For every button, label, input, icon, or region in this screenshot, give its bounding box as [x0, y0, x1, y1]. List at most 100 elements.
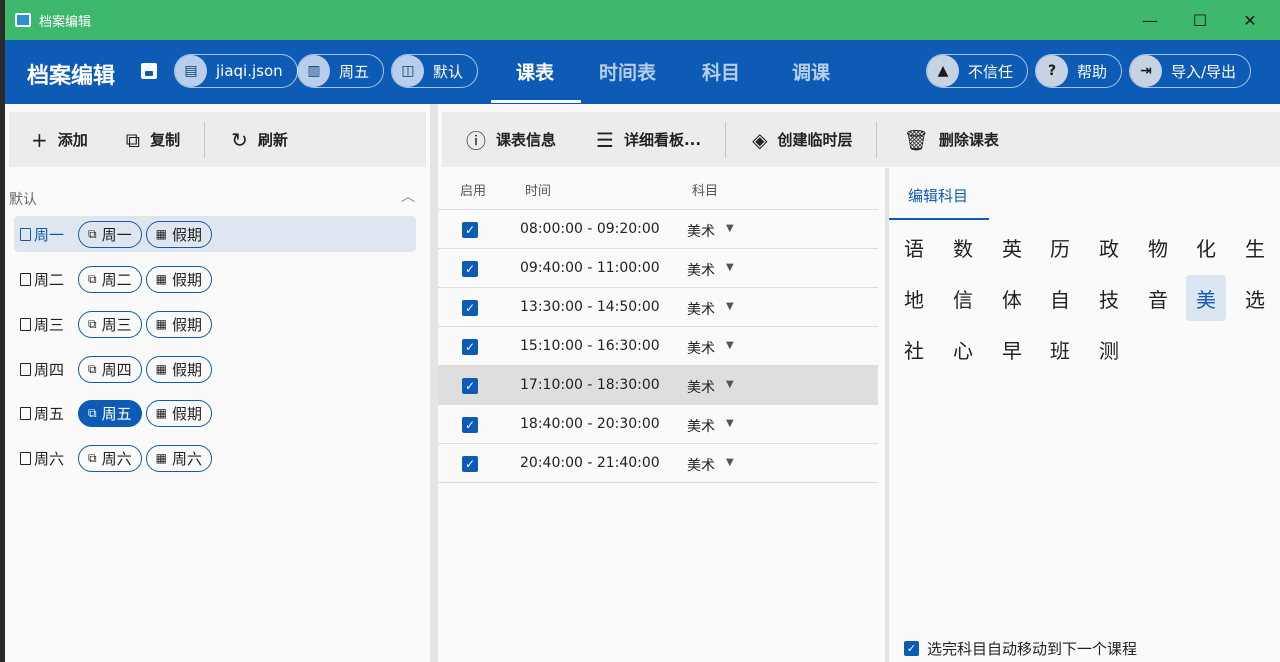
subject-button[interactable]: 语	[894, 224, 934, 270]
import-export-button[interactable]: ⇥ 导入/导出	[1129, 54, 1252, 88]
tab-edit-subject[interactable]: 编辑科目	[908, 185, 968, 206]
subject-button[interactable]: 政	[1089, 224, 1129, 270]
subject-button[interactable]: 物	[1138, 224, 1178, 270]
row-subject[interactable]: 美术	[687, 338, 715, 358]
create-temp-layer-button[interactable]: ◈ 创建临时层	[752, 128, 852, 152]
day-label: 周六	[34, 449, 65, 468]
table-row[interactable]: ✓ 08:00:00 - 09:20:00 美术 ▼	[438, 210, 878, 249]
subject-button[interactable]: 早	[992, 326, 1032, 372]
time-layout-chip[interactable]: ⧉ 周二	[78, 265, 142, 293]
dropdown-arrow-icon[interactable]: ▼	[726, 340, 734, 351]
class-info-button[interactable]: ⓘ 课表信息	[466, 125, 556, 154]
schedule-item-fri[interactable]: 周五 ⧉ 周五 ▦ 假期	[14, 395, 416, 431]
subject-button[interactable]: 班	[1040, 326, 1080, 372]
untrusted-button[interactable]: ▲ 不信任	[926, 54, 1029, 88]
subject-button[interactable]: 数	[943, 224, 983, 270]
schedule-doc-icon	[20, 227, 31, 241]
dropdown-arrow-icon[interactable]: ▼	[726, 262, 734, 273]
row-subject[interactable]: 美术	[687, 299, 715, 319]
subject-button[interactable]: 技	[1089, 275, 1129, 321]
subject-button[interactable]: 社	[894, 326, 934, 372]
subject-button[interactable]: 音	[1138, 275, 1178, 321]
layers-icon: ⧉	[88, 226, 97, 241]
default-pill[interactable]: ◫ 默认	[391, 54, 479, 88]
col-enabled[interactable]: 启用	[460, 180, 486, 199]
tab-class-plan[interactable]: 课表	[516, 58, 554, 85]
row-subject[interactable]: 美术	[687, 416, 715, 436]
subject-button[interactable]: 生	[1235, 224, 1275, 270]
refresh-button[interactable]: ↻ 刷新	[231, 128, 288, 152]
table-row[interactable]: ✓ 09:40:00 - 11:00:00 美术 ▼	[438, 249, 878, 288]
enabled-checkbox[interactable]: ✓	[462, 222, 478, 238]
subject-button[interactable]: 英	[992, 224, 1032, 270]
table-row[interactable]: ✓ 15:10:00 - 16:30:00 美术 ▼	[438, 327, 878, 366]
enabled-checkbox[interactable]: ✓	[462, 261, 478, 277]
schedule-item-wed[interactable]: 周三 ⧉ 周三 ▦ 假期	[14, 306, 416, 342]
tab-class-swap[interactable]: 调课	[792, 58, 830, 85]
holiday-chip[interactable]: ▦ 周六	[145, 444, 212, 472]
enabled-checkbox[interactable]: ✓	[462, 300, 478, 316]
table-row-selected[interactable]: ✓ 17:10:00 - 18:30:00 美术 ▼	[438, 366, 878, 405]
table-row[interactable]: ✓ 20:40:00 - 21:40:00 美术 ▼	[438, 444, 878, 483]
dropdown-arrow-icon[interactable]: ▼	[726, 418, 734, 429]
dropdown-arrow-icon[interactable]: ▼	[726, 457, 734, 468]
schedule-item-thu[interactable]: 周四 ⧉ 周四 ▦ 假期	[14, 351, 416, 387]
row-subject[interactable]: 美术	[687, 455, 715, 475]
table-row[interactable]: ✓ 13:30:00 - 14:50:00 美术 ▼	[438, 288, 878, 327]
minimize-button[interactable]: —	[1125, 0, 1175, 40]
chevron-up-icon[interactable]: ︿	[401, 186, 415, 206]
subject-button[interactable]: 自	[1040, 275, 1080, 321]
subject-button[interactable]: 选	[1235, 275, 1275, 321]
row-subject[interactable]: 美术	[687, 377, 715, 397]
time-layout-chip[interactable]: ⧉ 周四	[78, 355, 142, 383]
subject-button[interactable]: 测	[1089, 326, 1129, 372]
time-layout-chip[interactable]: ⧉ 周一	[78, 220, 142, 248]
time-layout-chip[interactable]: ⧉ 周五	[78, 399, 142, 427]
row-subject[interactable]: 美术	[687, 221, 715, 241]
delete-plan-button[interactable]: 🗑 删除课表	[903, 128, 998, 152]
tab-subjects[interactable]: 科目	[702, 58, 740, 85]
auto-move-checkbox[interactable]: ✓	[904, 641, 919, 656]
schedule-item-tue[interactable]: 周二 ⧉ 周二 ▦ 假期	[14, 261, 416, 297]
enabled-checkbox[interactable]: ✓	[462, 378, 478, 394]
holiday-chip[interactable]: ▦ 假期	[145, 355, 212, 383]
subject-button[interactable]: 心	[943, 326, 983, 372]
add-button[interactable]: + 添加	[31, 128, 88, 152]
dropdown-arrow-icon[interactable]: ▼	[726, 223, 734, 234]
subject-button[interactable]: 信	[943, 275, 983, 321]
auto-move-option[interactable]: ✓ 选完科目自动移动到下一个课程	[904, 638, 1137, 659]
time-layout-chip[interactable]: ⧉ 周三	[78, 310, 142, 338]
details-board-button[interactable]: ☰ 详细看板...	[596, 128, 701, 152]
dropdown-arrow-icon[interactable]: ▼	[726, 379, 734, 390]
time-layout-chip[interactable]: ⧉ 周六	[78, 444, 142, 472]
table-row[interactable]: ✓ 18:40:00 - 20:30:00 美术 ▼	[438, 405, 878, 444]
day-pill[interactable]: ▥ 周五	[297, 54, 385, 88]
panel-splitter[interactable]	[430, 104, 438, 662]
col-subject[interactable]: 科目	[692, 180, 718, 199]
help-button[interactable]: ? 帮助	[1035, 54, 1123, 88]
dropdown-arrow-icon[interactable]: ▼	[726, 301, 734, 312]
schedule-item-mon[interactable]: 周一 ⧉ 周一 ▦ 假期	[14, 216, 416, 252]
close-button[interactable]: ✕	[1225, 0, 1275, 40]
enabled-checkbox[interactable]: ✓	[462, 417, 478, 433]
col-time[interactable]: 时间	[525, 180, 551, 199]
save-icon[interactable]	[141, 63, 157, 79]
subject-button[interactable]: 历	[1040, 224, 1080, 270]
holiday-chip[interactable]: ▦ 假期	[145, 399, 212, 427]
subject-button-selected[interactable]: 美	[1186, 275, 1226, 321]
holiday-chip[interactable]: ▦ 假期	[145, 265, 212, 293]
maximize-button[interactable]: ☐	[1175, 0, 1225, 40]
tab-timetable[interactable]: 时间表	[599, 58, 656, 85]
holiday-chip[interactable]: ▦ 假期	[145, 220, 212, 248]
enabled-checkbox[interactable]: ✓	[462, 456, 478, 472]
row-subject[interactable]: 美术	[687, 260, 715, 280]
subject-button[interactable]: 地	[894, 275, 934, 321]
subject-button[interactable]: 体	[992, 275, 1032, 321]
file-pill[interactable]: ▤ jiaqi.json	[174, 54, 298, 88]
copy-button[interactable]: ⧉ 复制	[126, 128, 180, 152]
schedule-item-sat[interactable]: 周六 ⧉ 周六 ▦ 周六	[14, 440, 416, 476]
subject-button[interactable]: 化	[1186, 224, 1226, 270]
enabled-checkbox[interactable]: ✓	[462, 339, 478, 355]
calendar-icon: ▦	[155, 451, 167, 465]
holiday-chip[interactable]: ▦ 假期	[145, 310, 212, 338]
